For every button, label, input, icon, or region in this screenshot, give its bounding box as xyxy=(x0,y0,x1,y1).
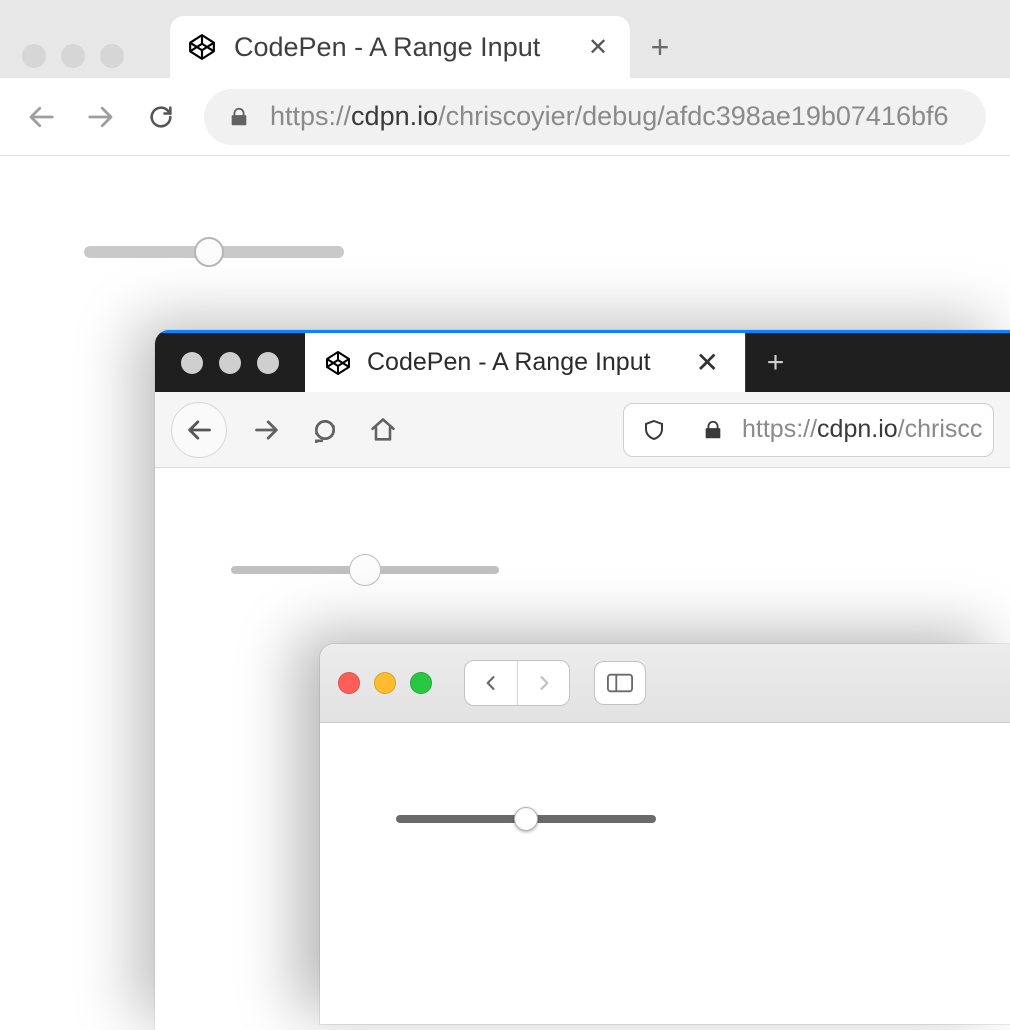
codepen-icon xyxy=(188,33,216,61)
window-controls xyxy=(22,44,124,68)
safari-window xyxy=(320,644,1010,1024)
window-close-button[interactable] xyxy=(22,44,46,68)
window-controls xyxy=(338,672,432,694)
window-maximize-button[interactable] xyxy=(410,672,432,694)
slider-thumb[interactable] xyxy=(514,807,538,831)
url-text: https://cdpn.io/chriscc xyxy=(742,415,982,444)
address-bar[interactable]: https://cdpn.io/chriscc xyxy=(623,403,994,457)
window-close-button[interactable] xyxy=(338,672,360,694)
window-minimize-button[interactable] xyxy=(374,672,396,694)
back-button[interactable] xyxy=(171,402,227,458)
tab-close-button[interactable]: ✕ xyxy=(584,33,612,62)
codepen-icon xyxy=(325,350,351,376)
tab-title: CodePen - A Range Input xyxy=(367,348,674,377)
range-input[interactable] xyxy=(396,815,656,823)
slider-thumb[interactable] xyxy=(194,237,224,267)
lock-icon xyxy=(702,419,724,441)
back-button[interactable] xyxy=(465,661,517,705)
active-tab[interactable]: CodePen - A Range Input ✕ xyxy=(170,16,630,78)
forward-button[interactable] xyxy=(84,100,118,134)
toolbar: https://cdpn.io/chriscoyier/debug/afdc39… xyxy=(0,78,1010,156)
new-tab-button[interactable]: + xyxy=(745,333,805,392)
slider-track[interactable] xyxy=(231,566,499,574)
slider-track[interactable] xyxy=(396,815,656,823)
window-close-button[interactable] xyxy=(181,352,203,374)
tab-title: CodePen - A Range Input xyxy=(234,32,566,63)
toolbar xyxy=(320,644,1010,723)
url-text: https://cdpn.io/chriscoyier/debug/afdc39… xyxy=(270,101,949,132)
active-tab[interactable]: CodePen - A Range Input ✕ xyxy=(305,333,745,392)
slider-track[interactable] xyxy=(84,246,344,258)
reload-button[interactable] xyxy=(307,412,343,448)
window-minimize-button[interactable] xyxy=(61,44,85,68)
sidebar-toggle-button[interactable] xyxy=(594,661,646,705)
home-button[interactable] xyxy=(365,412,401,448)
slider-thumb[interactable] xyxy=(349,554,381,586)
nav-segment xyxy=(464,660,570,706)
new-tab-button[interactable]: + xyxy=(630,16,690,78)
window-controls xyxy=(155,333,305,392)
forward-button[interactable] xyxy=(249,412,285,448)
toolbar: https://cdpn.io/chriscc xyxy=(155,392,1010,468)
page-content xyxy=(320,723,1010,1024)
tab-bar: CodePen - A Range Input ✕ + xyxy=(155,330,1010,392)
back-button[interactable] xyxy=(24,100,58,134)
window-maximize-button[interactable] xyxy=(257,352,279,374)
tab-close-button[interactable]: ✕ xyxy=(690,346,725,379)
window-minimize-button[interactable] xyxy=(219,352,241,374)
range-input[interactable] xyxy=(84,246,344,258)
range-input[interactable] xyxy=(231,566,499,574)
forward-button xyxy=(517,661,569,705)
tab-bar: CodePen - A Range Input ✕ + xyxy=(0,0,1010,78)
reload-button[interactable] xyxy=(144,100,178,134)
shield-icon[interactable] xyxy=(642,418,666,442)
address-bar[interactable]: https://cdpn.io/chriscoyier/debug/afdc39… xyxy=(204,89,986,145)
window-maximize-button[interactable] xyxy=(100,44,124,68)
lock-icon xyxy=(228,106,250,128)
